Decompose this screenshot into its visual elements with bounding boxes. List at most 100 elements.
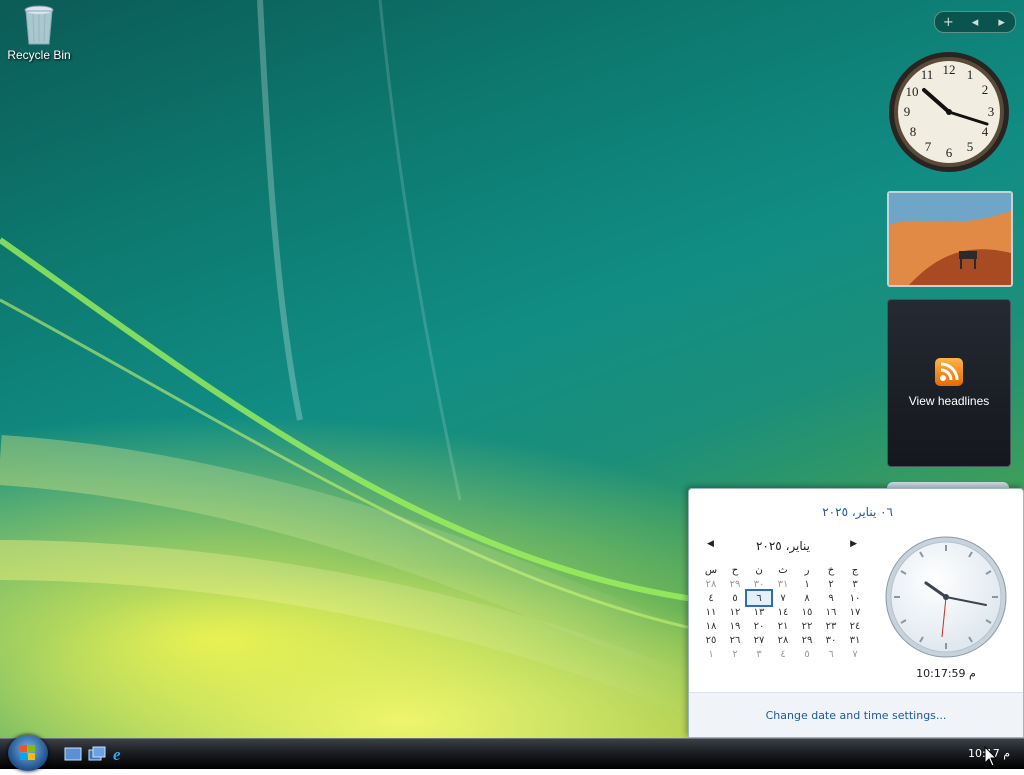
calendar-day[interactable]: ٤ <box>699 591 723 605</box>
calendar-day[interactable]: ٢٩ <box>795 633 819 647</box>
full-date-link[interactable]: ٠٦ يناير، ٢٠٢٥ <box>822 505 893 519</box>
windows-logo-icon <box>20 745 35 760</box>
weekday-label: س <box>704 564 718 576</box>
show-desktop-icon[interactable] <box>64 746 82 762</box>
calendar-day[interactable]: ٢٥ <box>699 633 723 647</box>
calendar-day[interactable]: ١٩ <box>723 619 747 633</box>
calendar-day[interactable]: ١٢ <box>723 605 747 619</box>
calendar-day[interactable]: ١ <box>699 647 723 661</box>
svg-text:3: 3 <box>988 104 995 119</box>
change-date-time-settings-link[interactable]: Change date and time settings... <box>689 709 1023 722</box>
weekday-row: س ح ن ث ر خ ج <box>699 563 867 577</box>
calendar-day[interactable]: ٢٣ <box>819 619 843 633</box>
calendar-day[interactable]: ١٦ <box>819 605 843 619</box>
analog-clock <box>884 535 1008 659</box>
calendar-day[interactable]: ٣١ <box>843 633 867 647</box>
calendar-day[interactable]: ٣ <box>747 647 771 661</box>
switch-windows-icon[interactable] <box>88 746 106 762</box>
clock-gadget[interactable]: 12 1 2 345 678 9 10 11 <box>887 50 1011 174</box>
calendar-day[interactable]: ٢١ <box>771 619 795 633</box>
calendar-day[interactable]: ٩ <box>819 591 843 605</box>
popup-time-label: 10:17:59 م <box>916 667 976 680</box>
start-button[interactable] <box>8 735 48 771</box>
svg-text:8: 8 <box>910 124 917 139</box>
sidebar-controls: + ◂ ▸ <box>934 11 1016 33</box>
svg-text:9: 9 <box>904 104 911 119</box>
popup-footer: Change date and time settings... <box>689 692 1023 737</box>
add-gadget-button[interactable]: + <box>937 15 959 30</box>
calendar-day[interactable]: ٣٠ <box>819 633 843 647</box>
internet-explorer-icon[interactable]: e <box>111 745 129 764</box>
next-month-button[interactable]: ▶ <box>850 539 857 549</box>
desktop-icon-label: Recycle Bin <box>7 48 71 62</box>
weekday-label: ن <box>755 564 763 576</box>
calendar-day[interactable]: ٥ <box>795 647 819 661</box>
calendar-week: ١ ٢ ٣ ٤ ٥ ٦ ٧ <box>699 647 867 661</box>
taskbar: e 10:17 م <box>0 735 1024 771</box>
calendar-header: ◀ يناير، ٢٠٢٥ ▶ <box>699 539 867 555</box>
svg-text:10: 10 <box>906 84 919 99</box>
svg-text:11: 11 <box>921 67 934 82</box>
svg-text:7: 7 <box>925 139 932 154</box>
mouse-cursor-icon <box>984 746 998 767</box>
calendar-day[interactable]: ٢٨ <box>699 577 723 591</box>
calendar-day[interactable]: ٢ <box>819 577 843 591</box>
calendar-day[interactable]: ٢ <box>723 647 747 661</box>
calendar-day[interactable]: ٦ <box>819 647 843 661</box>
calendar-day[interactable]: ٢٢ <box>795 619 819 633</box>
calendar-day[interactable]: ٢٩ <box>723 577 747 591</box>
calendar-day[interactable]: ٢٨ <box>771 633 795 647</box>
calendar-day[interactable]: ١٨ <box>699 619 723 633</box>
calendar-day[interactable]: ١٣ <box>747 605 771 619</box>
weekday-label: ث <box>778 564 788 576</box>
svg-text:4: 4 <box>982 124 989 139</box>
calendar-month-label[interactable]: يناير، ٢٠٢٥ <box>699 539 867 553</box>
calendar-day[interactable]: ٢٧ <box>747 633 771 647</box>
calendar-week: ٢٥ ٢٦ ٢٧ ٢٨ ٢٩ ٣٠ ٣١ <box>699 633 867 647</box>
date-time-popup: ٠٦ يناير، ٢٠٢٥ ◀ يناير، ٢٠٢٥ ▶ س ح ن ث ر… <box>688 488 1024 738</box>
calendar-day[interactable]: ٣١ <box>771 577 795 591</box>
previous-gadget-page-button[interactable]: ◂ <box>964 15 986 30</box>
calendar-day[interactable]: ٣٠ <box>747 577 771 591</box>
weekday-label: ح <box>731 564 739 576</box>
calendar-grid: س ح ن ث ر خ ج ٢٨ ٢٩ ٣٠ ٣١ ١ ٢ ٣ ٤ ٥ ٦ ٧ … <box>699 563 867 661</box>
calendar-week: ٢٨ ٢٩ ٣٠ ٣١ ١ ٢ ٣ <box>699 577 867 591</box>
desktop-icon-recycle-bin[interactable]: Recycle Bin <box>6 2 72 62</box>
recycle-bin-icon <box>23 4 55 46</box>
calendar-week: ١١ ١٢ ١٣ ١٤ ١٥ ١٦ ١٧ <box>699 605 867 619</box>
svg-text:5: 5 <box>967 139 974 154</box>
calendar-day[interactable]: ٥ <box>723 591 747 605</box>
weekday-label: ج <box>851 564 859 576</box>
slideshow-image <box>889 193 1011 285</box>
calendar-day[interactable]: ١٠ <box>843 591 867 605</box>
calendar-day-today[interactable]: ٦ <box>745 589 773 607</box>
calendar-day[interactable]: ٧ <box>843 647 867 661</box>
calendar-day[interactable]: ٢٦ <box>723 633 747 647</box>
calendar-day[interactable]: ١١ <box>699 605 723 619</box>
svg-text:12: 12 <box>943 62 956 77</box>
next-gadget-page-button[interactable]: ▸ <box>991 15 1013 30</box>
calendar-day[interactable]: ٢٤ <box>843 619 867 633</box>
rss-icon <box>935 358 963 386</box>
calendar-week: ١٨ ١٩ ٢٠ ٢١ ٢٢ ٢٣ ٢٤ <box>699 619 867 633</box>
weekday-label: خ <box>827 564 835 576</box>
view-headlines-label: View headlines <box>908 394 990 408</box>
calendar-day[interactable]: ١٤ <box>771 605 795 619</box>
calendar-day[interactable]: ٧ <box>771 591 795 605</box>
calendar: ◀ يناير، ٢٠٢٥ ▶ س ح ن ث ر خ ج ٢٨ ٢٩ ٣٠ ٣… <box>699 539 867 661</box>
feed-headlines-gadget[interactable]: View headlines <box>887 299 1011 467</box>
calendar-day[interactable]: ٣ <box>843 577 867 591</box>
svg-text:e: e <box>113 746 121 762</box>
calendar-day[interactable]: ١ <box>795 577 819 591</box>
calendar-day[interactable]: ٢٠ <box>747 619 771 633</box>
calendar-week: ٤ ٥ ٦ ٧ ٨ ٩ ١٠ <box>699 589 867 607</box>
weekday-label: ر <box>804 564 810 576</box>
slideshow-gadget[interactable] <box>887 191 1013 287</box>
calendar-day[interactable]: ١٧ <box>843 605 867 619</box>
svg-text:1: 1 <box>967 67 974 82</box>
calendar-day[interactable]: ١٥ <box>795 605 819 619</box>
calendar-day[interactable]: ٨ <box>795 591 819 605</box>
svg-text:2: 2 <box>982 82 989 97</box>
calendar-day[interactable]: ٤ <box>771 647 795 661</box>
svg-text:6: 6 <box>946 145 953 160</box>
